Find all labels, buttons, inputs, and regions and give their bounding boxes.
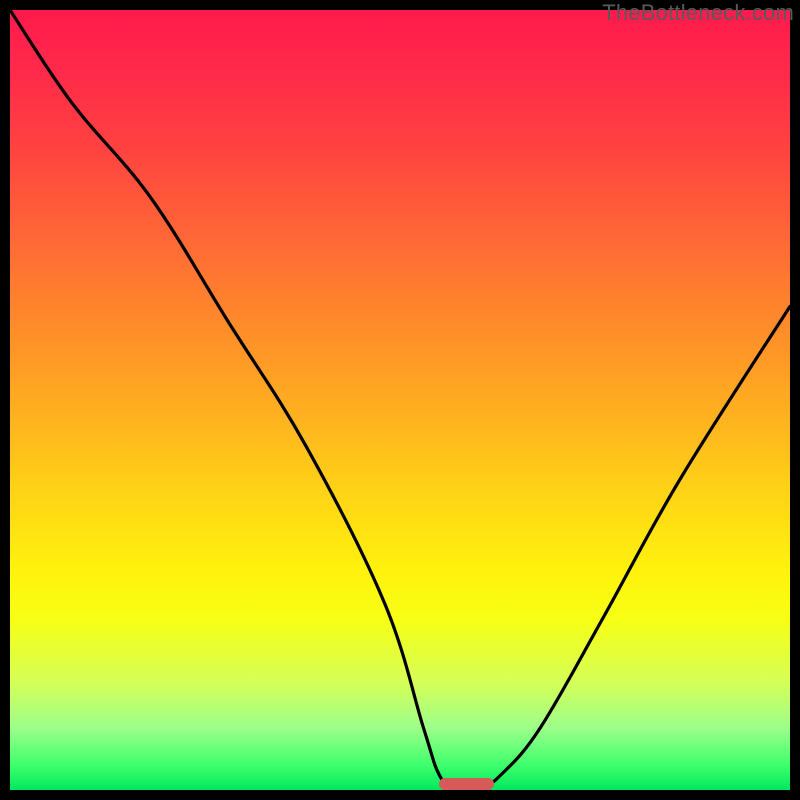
optimal-range-marker [439,778,494,790]
chart-container: TheBottleneck.com [0,0,800,800]
watermark-text: TheBottleneck.com [602,0,794,26]
bottleneck-curve [10,10,790,790]
plot-area [10,10,790,790]
